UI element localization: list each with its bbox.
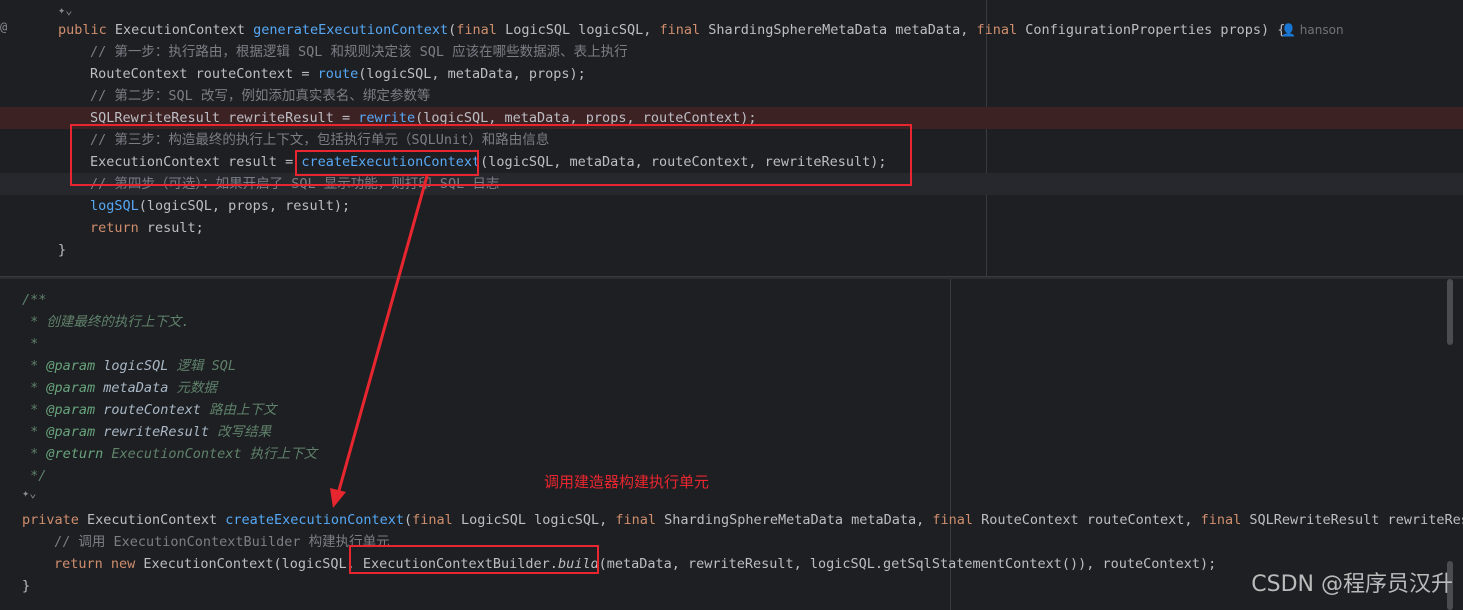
watermark: CSDN @程序员汉升 bbox=[1251, 572, 1453, 597]
annotation-label: 调用建造器构建执行单元 bbox=[544, 473, 710, 491]
annotation-arrow bbox=[330, 175, 429, 508]
